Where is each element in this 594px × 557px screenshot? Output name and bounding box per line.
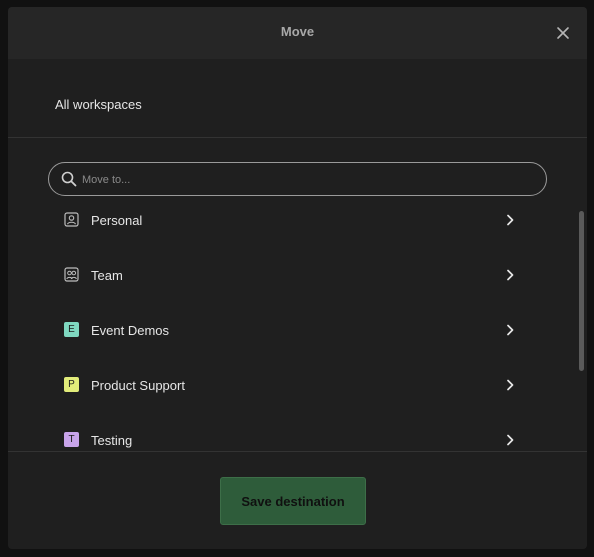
workspace-item-event-demos[interactable]: E Event Demos [8,307,568,362]
breadcrumb-bar: All workspaces [8,59,587,138]
dialog-title: Move [280,24,315,39]
dialog-header: Move [8,7,587,59]
workspace-item-testing[interactable]: T Testing [8,417,568,451]
breadcrumb-all-workspaces[interactable]: All workspaces [55,97,142,112]
workspace-label: Personal [91,213,143,228]
search-icon [61,171,77,187]
team-icon [64,267,79,282]
search-input[interactable] [80,163,539,197]
workspace-list: Personal Team E Event Demos P Product Su… [8,197,587,451]
workspace-label: Team [91,268,123,283]
close-button[interactable] [553,23,573,43]
workspace-label: Event Demos [91,323,170,338]
chevron-right-icon [507,214,514,226]
workspace-item-product-support[interactable]: P Product Support [8,362,568,417]
workspace-letter-icon: P [64,377,79,392]
save-destination-button[interactable]: Save destination [220,477,366,525]
chevron-right-icon [507,434,514,446]
move-dialog: Move All workspaces Personal [8,7,587,549]
workspace-letter-icon: T [64,432,79,447]
chevron-right-icon [507,379,514,391]
workspace-item-personal[interactable]: Personal [8,197,568,252]
chevron-right-icon [507,269,514,281]
workspace-item-team[interactable]: Team [8,252,568,307]
list-scrollbar[interactable] [579,211,584,371]
search-field[interactable] [48,162,547,197]
chevron-right-icon [507,324,514,336]
close-icon [557,27,569,39]
workspace-label: Testing [91,433,133,448]
person-icon [64,212,79,227]
dialog-footer: Save destination [8,451,587,549]
workspace-label: Product Support [91,378,185,393]
workspace-letter-icon: E [64,322,79,337]
